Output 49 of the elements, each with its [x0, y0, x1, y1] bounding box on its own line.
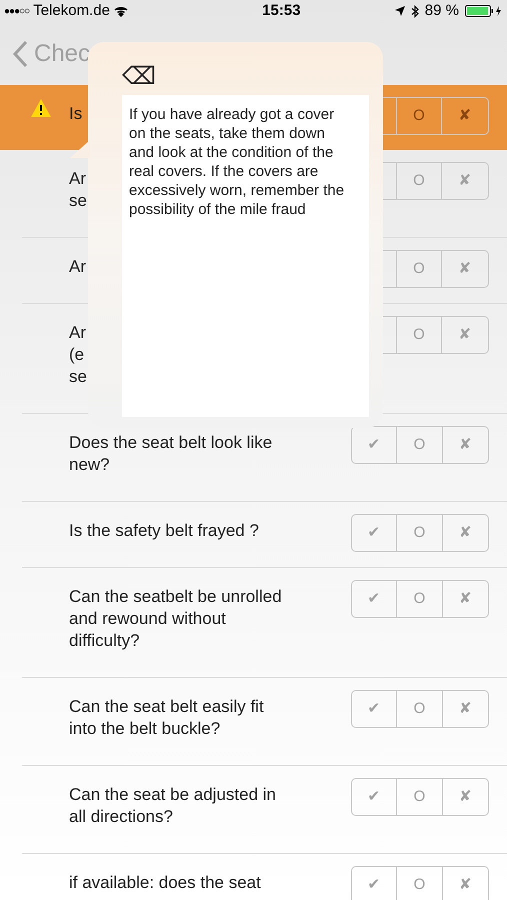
answer-segment[interactable]: ✘: [442, 581, 488, 617]
answer-segment[interactable]: O: [396, 163, 442, 199]
location-arrow-icon: [394, 6, 405, 16]
answer-segment[interactable]: ✔: [352, 867, 398, 900]
answer-segment[interactable]: ✘: [442, 691, 488, 727]
bluetooth-icon: [410, 4, 419, 18]
question-text: Can the seatbelt be unrolled and rewound without difficulty?: [69, 586, 282, 652]
answer-segment[interactable]: O: [397, 691, 443, 727]
question-text: Ar (e se: [69, 322, 87, 388]
answer-segment[interactable]: O: [396, 98, 442, 134]
question-text: Ar: [69, 256, 86, 278]
answer-segment[interactable]: ✘: [442, 779, 488, 815]
popover-tail: [70, 140, 90, 158]
carrier-name: Telekom.de: [33, 0, 110, 21]
answer-segment[interactable]: ✔: [352, 691, 398, 727]
answer-segment[interactable]: ✘: [442, 98, 488, 134]
answer-segment[interactable]: O: [397, 515, 443, 551]
battery-percent: 89 %: [424, 0, 459, 21]
question-text: if available: does the seat: [69, 872, 261, 894]
answer-segment[interactable]: ✘: [442, 427, 488, 463]
help-text: If you have already got a cover on the seats, take them down and look at the condition of the real covers. If the covers are excessively worn, remember the possibility of the mile fraud: [122, 95, 369, 417]
answer-segment[interactable]: ✘: [442, 251, 488, 287]
answer-segment[interactable]: O: [397, 779, 443, 815]
question-text: Ar se: [69, 168, 87, 212]
answer-segment[interactable]: O: [396, 317, 442, 353]
answer-segment[interactable]: ✔: [352, 581, 398, 617]
answer-segment[interactable]: ✔: [352, 779, 398, 815]
back-chevron-icon[interactable]: [12, 40, 28, 68]
question-text: Can the seat be adjusted in all directions?: [69, 784, 276, 828]
question-text: Is: [69, 103, 82, 125]
answer-segment[interactable]: ✘: [442, 163, 488, 199]
question-text: Can the seat belt easily fit into the belt buckle?: [69, 696, 264, 740]
answer-segment[interactable]: ✔: [352, 515, 398, 551]
answer-segment[interactable]: O: [397, 427, 443, 463]
wifi-icon: [114, 6, 128, 16]
answer-segment[interactable]: O: [397, 581, 443, 617]
clock-time: 15:53: [262, 0, 301, 21]
answer-segment[interactable]: O: [397, 867, 443, 900]
answer-segment[interactable]: O: [396, 251, 442, 287]
delete-key-button[interactable]: ⌫: [122, 62, 156, 92]
battery-charging-icon: [465, 5, 503, 17]
answer-segment[interactable]: ✘: [442, 515, 488, 551]
question-text: Is the safety belt frayed ?: [69, 520, 259, 542]
question-text: Does the seat belt look like new?: [69, 432, 272, 476]
answer-segment[interactable]: ✘: [442, 317, 488, 353]
warning-icon: [30, 98, 52, 118]
signal-strength: ●●●○○: [4, 4, 30, 18]
back-label[interactable]: Chec: [34, 36, 90, 72]
answer-segment[interactable]: ✘: [442, 867, 488, 900]
